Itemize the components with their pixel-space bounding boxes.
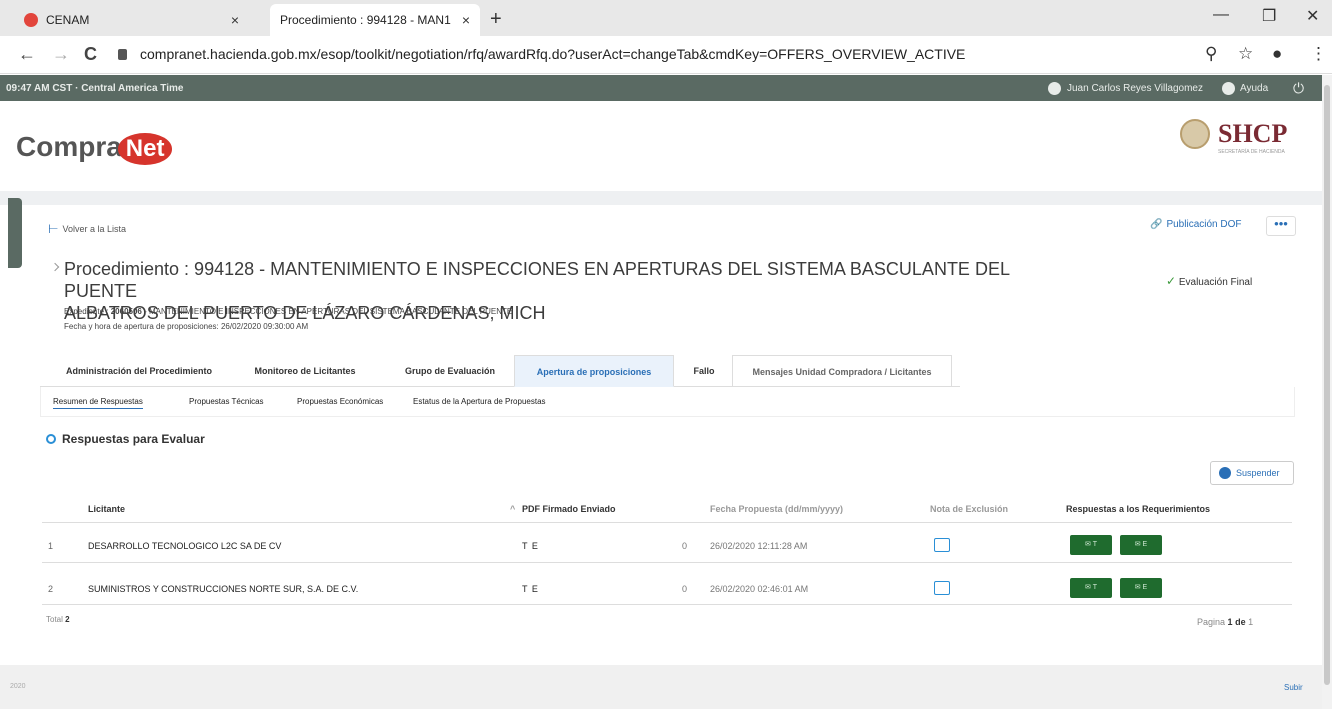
row-divider bbox=[42, 562, 1292, 563]
current-time: 09:47 AM CST · Central America Time bbox=[6, 83, 184, 94]
scrollbar-thumb[interactable] bbox=[1324, 85, 1330, 685]
fecha-apertura: Fecha y hora de apertura de proposicione… bbox=[64, 322, 309, 331]
shcp-logo: SHCP SECRETARÍA DE HACIENDA bbox=[1180, 119, 1287, 155]
fecha-value: 26/02/2020 02:46:01 AM bbox=[710, 584, 809, 594]
logout-power-icon[interactable]: ⏻ bbox=[1293, 80, 1304, 97]
browser-tab-procedimiento[interactable]: Procedimiento : 994128 - MAN1 × bbox=[270, 4, 480, 36]
expediente-info: Expediente : 2060506 - MANTENIMIENTO E I… bbox=[64, 307, 513, 316]
tab-apertura[interactable]: Apertura de proposiciones bbox=[514, 355, 674, 387]
suspend-button[interactable]: Suspender bbox=[1210, 461, 1294, 485]
tab-mensajes[interactable]: Mensajes Unidad Compradora / Licitantes bbox=[732, 355, 952, 387]
subtab-resumen[interactable]: Resumen de Respuestas bbox=[53, 397, 143, 409]
check-icon: ✓ bbox=[1166, 274, 1177, 288]
fecha-value: 26/02/2020 12:11:28 AM bbox=[710, 541, 808, 551]
suspend-icon bbox=[1219, 467, 1231, 479]
reload-icon[interactable]: C bbox=[84, 44, 97, 65]
help-icon bbox=[1222, 82, 1235, 95]
new-tab-button[interactable]: + bbox=[490, 8, 502, 31]
site-header: Compra Net SHCP SECRETARÍA DE HACIENDA bbox=[0, 101, 1322, 191]
bookmark-star-icon[interactable]: ☆ bbox=[1238, 44, 1253, 64]
tab-monitoreo[interactable]: Monitoreo de Licitantes bbox=[240, 355, 370, 387]
row-divider bbox=[42, 604, 1292, 605]
tab-fallo[interactable]: Fallo bbox=[678, 355, 730, 387]
link-icon: 🔗 bbox=[1150, 219, 1163, 230]
tab-label: CENAM bbox=[46, 13, 90, 27]
help-label: Ayuda bbox=[1240, 83, 1269, 94]
browser-menu-icon[interactable]: ⋮ bbox=[1310, 44, 1327, 64]
technical-response-button[interactable]: ✉ T bbox=[1070, 578, 1112, 598]
close-tab-icon[interactable]: × bbox=[462, 12, 470, 28]
count-value: 0 bbox=[682, 584, 688, 594]
pdf-status: T E bbox=[522, 541, 539, 551]
minimize-icon[interactable]: — bbox=[1213, 6, 1229, 24]
total-count: Total 2 bbox=[46, 615, 70, 624]
col-respuestas[interactable]: Respuestas a los Requerimientos bbox=[1066, 504, 1210, 514]
section-title: Respuestas para Evaluar bbox=[46, 432, 205, 446]
user-menu[interactable]: Juan Carlos Reyes Villagomez bbox=[1048, 82, 1203, 95]
help-menu[interactable]: Ayuda bbox=[1222, 82, 1268, 95]
subtab-estatus[interactable]: Estatus de la Apertura de Propuestas bbox=[413, 397, 546, 406]
row-number: 1 bbox=[48, 541, 54, 551]
profile-icon[interactable]: ● bbox=[1272, 44, 1282, 64]
sub-tabs: Resumen de Respuestas Propuestas Técnica… bbox=[40, 387, 1295, 417]
main-tabs: Administración del Procedimiento Monitor… bbox=[40, 355, 960, 387]
user-name: Juan Carlos Reyes Villagomez bbox=[1067, 83, 1203, 94]
col-fecha[interactable]: Fecha Propuesta (dd/mm/yyyy) bbox=[710, 504, 843, 514]
pdf-status: T E bbox=[522, 584, 539, 594]
licitante-name[interactable]: SUMINISTROS Y CONSTRUCCIONES NORTE SUR, … bbox=[88, 584, 358, 594]
maximize-icon[interactable]: ❐ bbox=[1262, 6, 1276, 26]
browser-tab-bar: CENAM × Procedimiento : 994128 - MAN1 × … bbox=[0, 0, 1332, 36]
tab-label: Procedimiento : 994128 - MAN1 bbox=[280, 13, 451, 27]
shcp-seal-icon bbox=[1180, 119, 1210, 149]
back-to-list-link[interactable]: ⊢ Volver a la Lista bbox=[48, 222, 126, 236]
technical-response-button[interactable]: ✉ T bbox=[1070, 535, 1112, 555]
pagination: Pagina 1 de 1 bbox=[1197, 617, 1254, 627]
col-licitante[interactable]: Licitante bbox=[88, 504, 125, 514]
table-header-divider bbox=[42, 522, 1292, 523]
subtab-economicas[interactable]: Propuestas Económicas bbox=[297, 397, 383, 406]
evaluation-status: ✓ Evaluación Final bbox=[1166, 274, 1253, 288]
economic-response-button[interactable]: ✉ E bbox=[1120, 535, 1162, 555]
side-panel-handle[interactable] bbox=[8, 198, 22, 268]
back-arrow-icon[interactable]: ← bbox=[18, 44, 36, 65]
compranet-logo[interactable]: Compra Net bbox=[16, 131, 173, 165]
tab-grupo-evaluacion[interactable]: Grupo de Evaluación bbox=[390, 355, 510, 387]
economic-response-button[interactable]: ✉ E bbox=[1120, 578, 1162, 598]
close-window-icon[interactable]: ✕ bbox=[1306, 6, 1319, 26]
user-icon bbox=[1048, 82, 1061, 95]
col-nota[interactable]: Nota de Exclusión bbox=[930, 504, 1008, 514]
app-top-bar: 09:47 AM CST · Central America Time Juan… bbox=[0, 75, 1322, 101]
scroll-top-link[interactable]: Subir bbox=[1284, 683, 1303, 692]
more-options-button[interactable]: ••• bbox=[1266, 216, 1296, 236]
subtab-tecnicas[interactable]: Propuestas Técnicas bbox=[189, 397, 264, 406]
edit-note-icon[interactable] bbox=[934, 538, 950, 552]
forward-arrow-icon[interactable]: → bbox=[52, 44, 70, 65]
row-number: 2 bbox=[48, 584, 54, 594]
sort-arrow-icon[interactable]: ^ bbox=[510, 504, 515, 514]
cenam-favicon-icon bbox=[24, 13, 38, 27]
zoom-icon[interactable]: ⚲ bbox=[1205, 44, 1217, 64]
section-circle-icon bbox=[46, 434, 56, 444]
header-divider bbox=[0, 191, 1322, 205]
footer-year: 2020 bbox=[10, 683, 26, 690]
close-tab-icon[interactable]: × bbox=[231, 12, 239, 28]
col-pdf[interactable]: PDF Firmado Enviado bbox=[522, 504, 616, 514]
count-value: 0 bbox=[682, 541, 688, 551]
lock-icon bbox=[118, 49, 127, 60]
licitante-name[interactable]: DESARROLLO TECNOLOGICO L2C SA DE CV bbox=[88, 541, 281, 551]
tab-administracion[interactable]: Administración del Procedimiento bbox=[44, 355, 234, 387]
browser-tab-cenam[interactable]: CENAM × bbox=[14, 4, 249, 36]
page-footer: 2020 Subir bbox=[0, 665, 1322, 709]
back-arrow-icon: ⊢ bbox=[48, 222, 59, 236]
address-bar: ← → C compranet.hacienda.gob.mx/esop/too… bbox=[0, 36, 1332, 74]
edit-note-icon[interactable] bbox=[934, 581, 950, 595]
publicacion-dof-link[interactable]: 🔗 Publicación DOF bbox=[1150, 219, 1241, 230]
url-field[interactable]: compranet.hacienda.gob.mx/esop/toolkit/n… bbox=[140, 46, 965, 62]
